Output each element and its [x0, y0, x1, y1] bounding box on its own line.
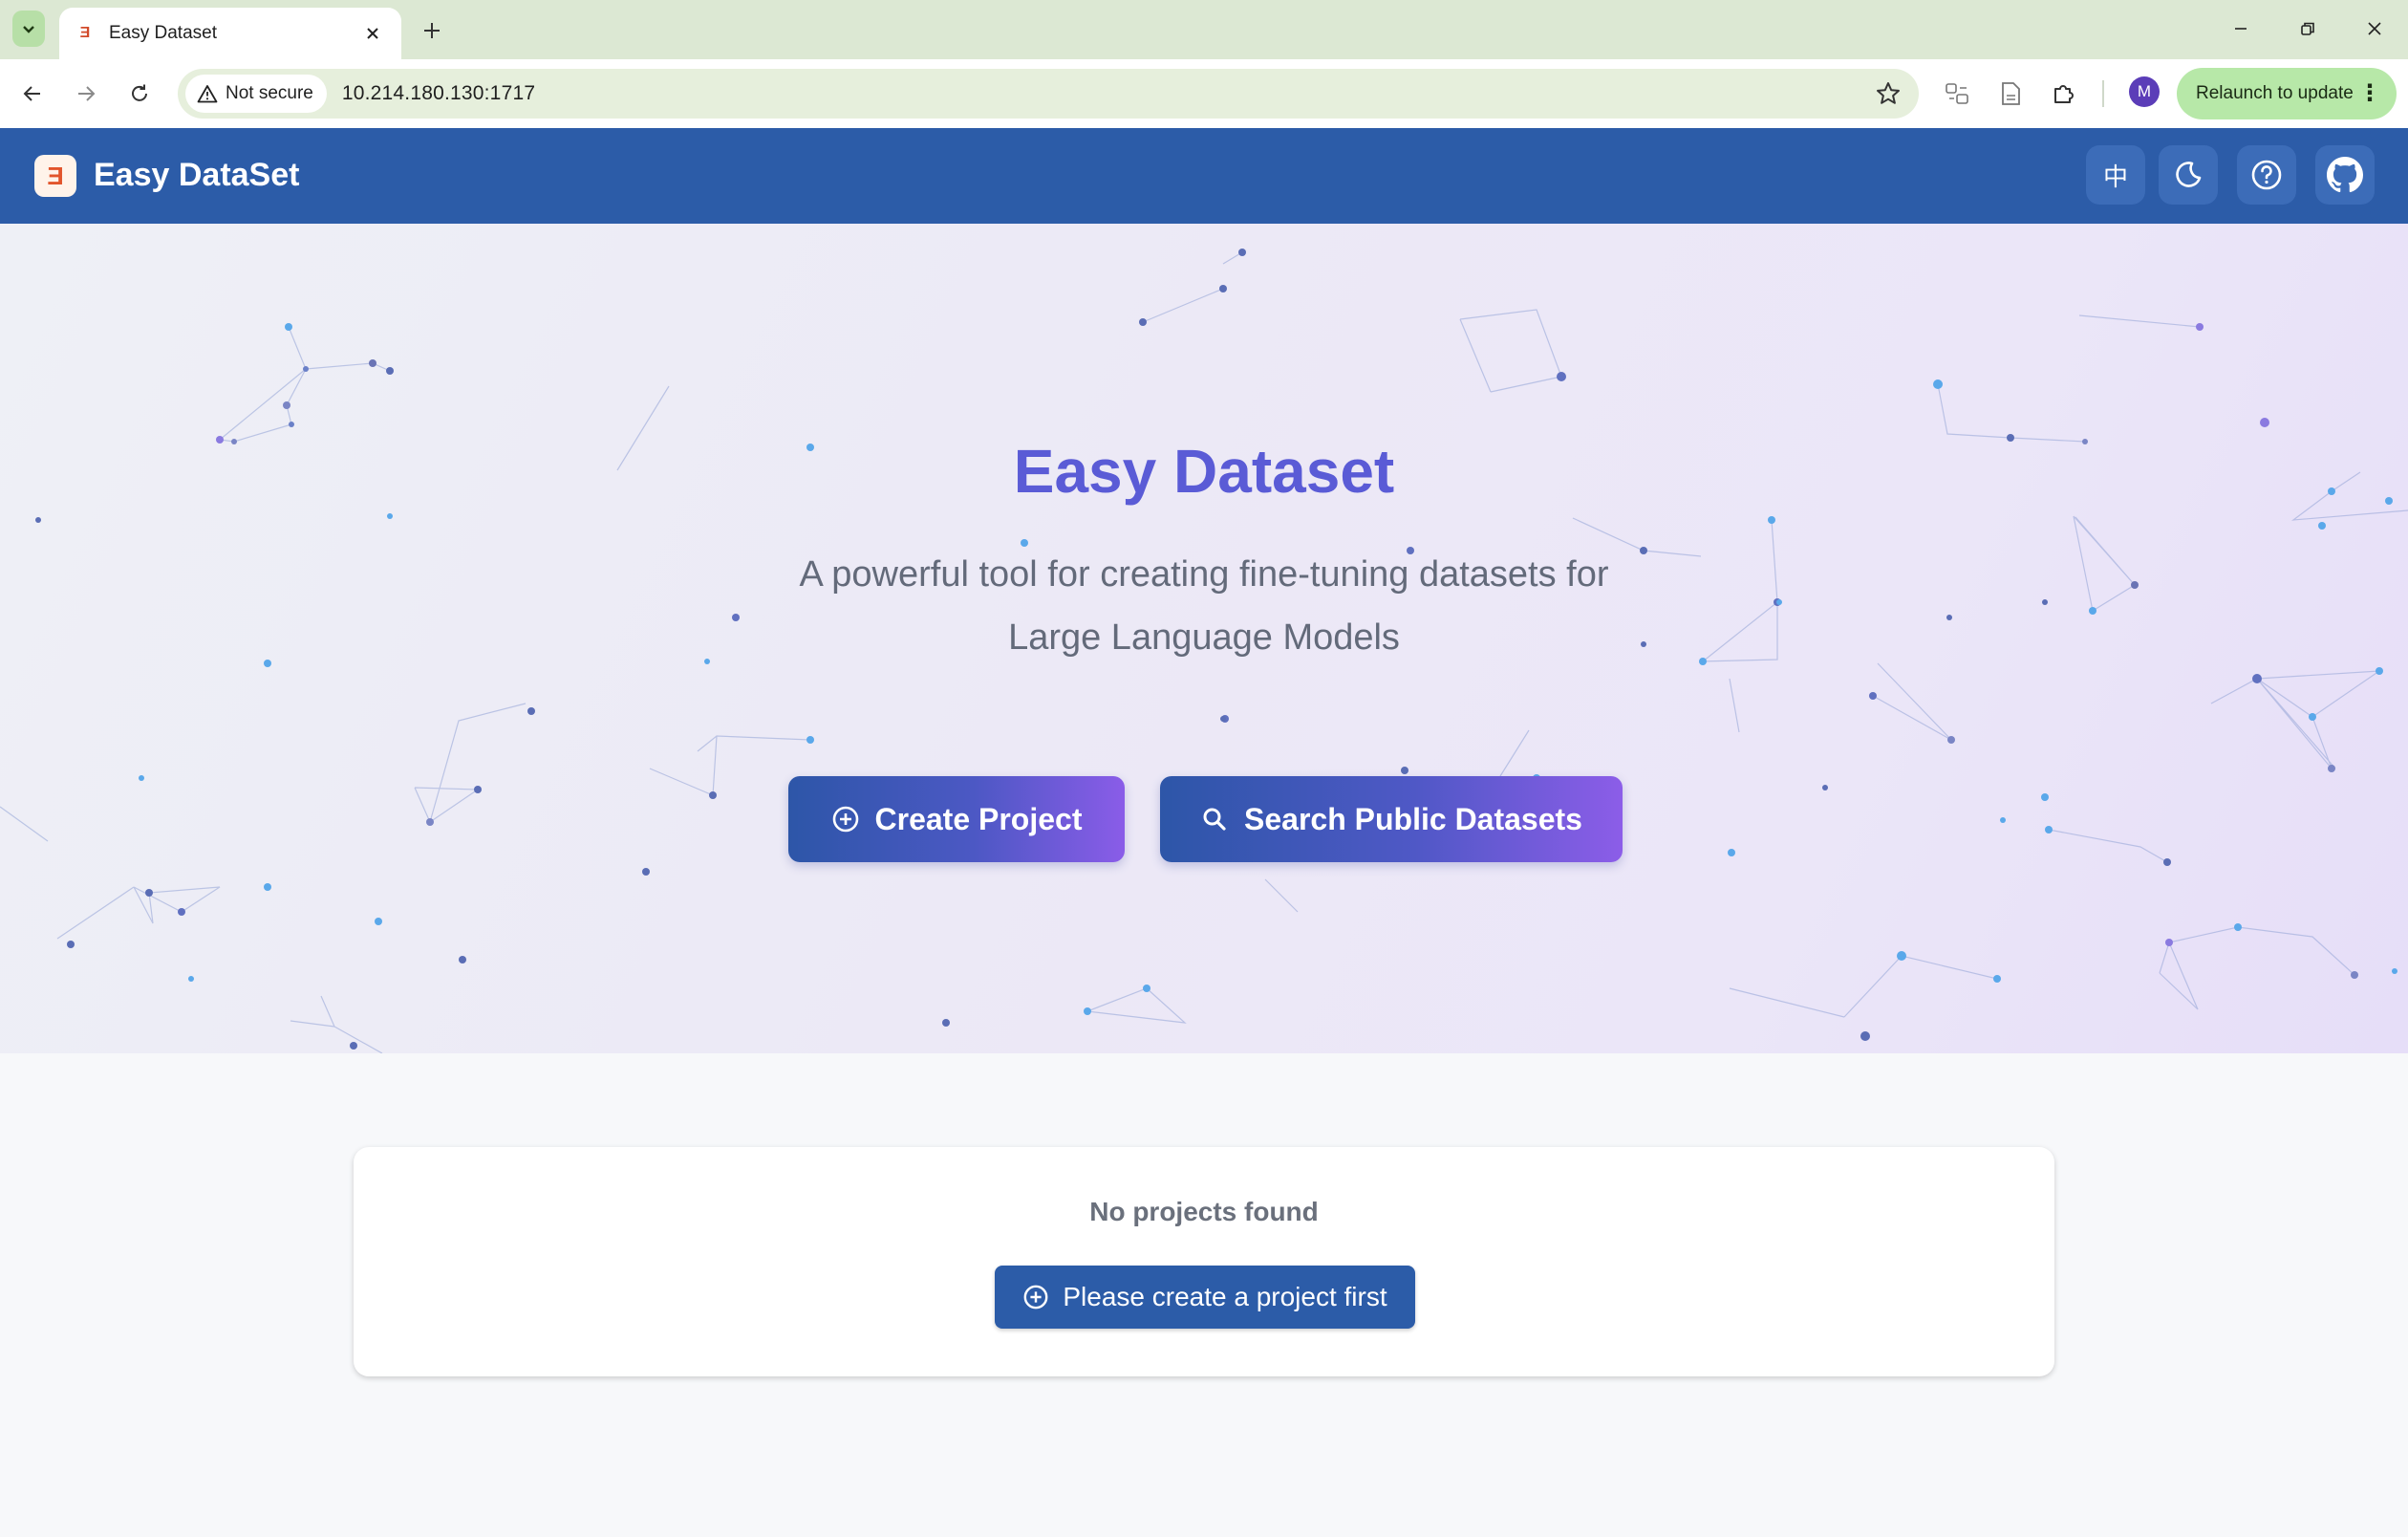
add-circle-icon	[1023, 1285, 1048, 1310]
moon-icon	[2176, 162, 2202, 187]
empty-state-text: No projects found	[1089, 1197, 1319, 1226]
browser-toolbar: Not secure 10.214.180.130:1717 M Relaunc…	[0, 59, 2408, 128]
address-bar[interactable]: Not secure 10.214.180.130:1717	[178, 69, 1919, 119]
security-label: Not secure	[226, 83, 313, 103]
toolbar-divider	[2102, 80, 2104, 107]
search-public-datasets-label: Search Public Datasets	[1244, 801, 1582, 836]
chevron-down-icon	[23, 26, 34, 33]
arrow-left-icon	[23, 86, 40, 101]
arrow-right-icon	[78, 86, 96, 101]
back-button[interactable]	[13, 75, 52, 113]
tab-title: Easy Dataset	[109, 23, 217, 43]
hero-title: Easy Dataset	[1013, 437, 1395, 506]
close-icon	[2368, 22, 2381, 35]
hero-subtitle-line-1: A powerful tool for creating fine-tuning…	[799, 554, 1609, 595]
extension-translate-icon[interactable]	[1942, 78, 1972, 109]
brand-name: Easy DataSet	[94, 157, 300, 193]
reload-button[interactable]	[120, 75, 159, 113]
github-button[interactable]	[2315, 145, 2375, 205]
tab-close-icon[interactable]	[359, 20, 386, 47]
app-header: Ǝ Easy DataSet 中	[0, 128, 2408, 224]
bookmark-star-button[interactable]	[1875, 80, 1902, 112]
hero-subtitle: A powerful tool for creating fine-tuning…	[726, 543, 1682, 669]
github-icon	[2327, 157, 2363, 193]
browser-tab-active[interactable]: Ǝ Easy Dataset	[59, 8, 401, 59]
help-circle-icon	[2251, 160, 2282, 190]
hero-section: Easy Dataset A powerful tool for creatin…	[0, 224, 2408, 1053]
restore-button[interactable]	[2284, 10, 2332, 48]
new-tab-button[interactable]	[415, 13, 449, 48]
plus-icon	[424, 23, 440, 38]
star-icon	[1877, 82, 1900, 104]
add-circle-icon	[832, 806, 858, 833]
profile-avatar[interactable]: M	[2129, 76, 2160, 107]
relaunch-label: Relaunch to update	[2196, 83, 2354, 103]
close-window-button[interactable]	[2351, 10, 2398, 48]
forward-button[interactable]	[67, 75, 105, 113]
create-first-project-button[interactable]: Please create a project first	[995, 1266, 1415, 1329]
create-project-label: Create Project	[874, 801, 1083, 836]
restore-icon	[2301, 22, 2314, 35]
more-vertical-icon: ⋮	[2358, 80, 2381, 106]
create-first-project-label: Please create a project first	[1063, 1282, 1387, 1311]
warning-icon	[197, 85, 218, 103]
help-button[interactable]	[2237, 145, 2296, 205]
language-toggle-button[interactable]: 中	[2086, 145, 2145, 205]
app-favicon-icon: Ǝ	[75, 23, 96, 44]
extensions-puzzle-icon[interactable]	[2049, 78, 2079, 109]
reload-icon	[132, 84, 147, 101]
language-toggle-label: 中	[2102, 162, 2128, 191]
app-logo-icon: Ǝ	[34, 155, 76, 197]
search-public-datasets-button[interactable]: Search Public Datasets	[1160, 776, 1623, 862]
tab-list-button[interactable]	[12, 11, 45, 47]
hero-subtitle-line-2: Large Language Models	[1008, 617, 1400, 658]
theme-toggle-button[interactable]	[2159, 145, 2218, 205]
search-icon	[1203, 808, 1226, 831]
url-text: 10.214.180.130:1717	[341, 82, 536, 104]
relaunch-to-update-button[interactable]: Relaunch to update ⋮	[2177, 68, 2397, 119]
browser-tabstrip: Ǝ Easy Dataset	[0, 0, 2408, 59]
minimize-button[interactable]	[2217, 10, 2265, 48]
extension-document-icon[interactable]	[1995, 78, 2026, 109]
minimize-icon	[2235, 28, 2247, 30]
projects-card: No projects found Please create a projec…	[354, 1147, 2054, 1376]
site-info-chip[interactable]: Not secure	[185, 75, 327, 113]
create-project-button[interactable]: Create Project	[788, 776, 1125, 862]
